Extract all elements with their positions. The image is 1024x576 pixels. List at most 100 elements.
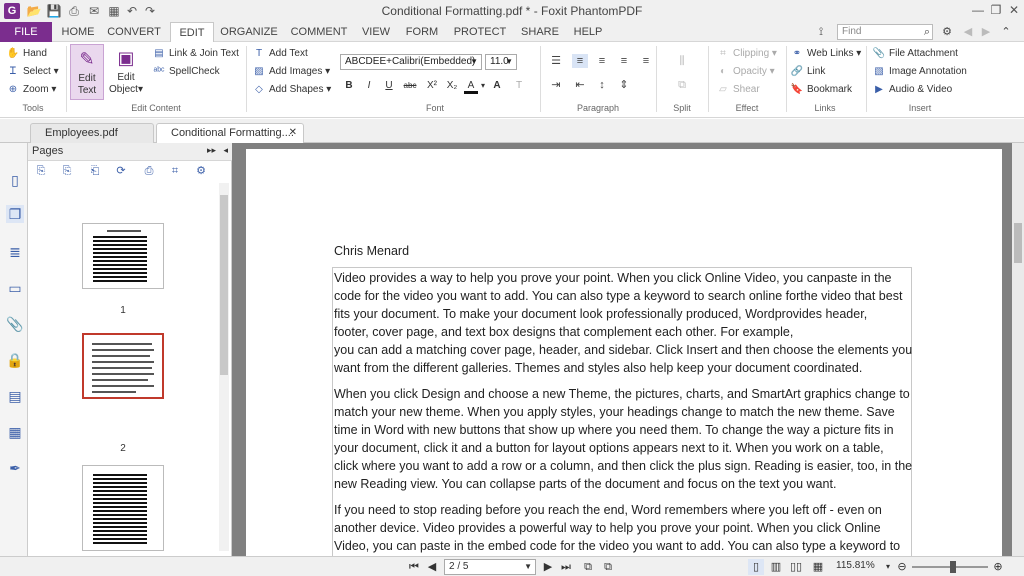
form-fields-icon[interactable]: ▦ — [6, 423, 24, 441]
zoom-in-icon[interactable]: ⊕ — [990, 559, 1006, 575]
audio-video-button[interactable]: ▶ Audio & Video — [872, 82, 952, 98]
insert-page-icon[interactable]: ⎘ — [34, 163, 48, 179]
page-thumbnail-selected[interactable] — [82, 333, 164, 399]
pages-scrollbar[interactable] — [219, 183, 229, 551]
settings-icon[interactable]: ⚙ — [936, 22, 958, 42]
edit-object-button[interactable]: ▣ Edit Object▾ — [106, 44, 146, 100]
forward-icon[interactable]: ▶ — [978, 22, 994, 42]
zoom-slider-handle[interactable] — [950, 561, 956, 573]
last-page-icon[interactable]: ⏭ — [558, 559, 574, 575]
bookmark-button[interactable]: 🔖 Bookmark — [790, 82, 852, 98]
paragraph-3[interactable]: If you need to stop reading before you r… — [334, 501, 914, 555]
restore-icon[interactable]: ❐ — [988, 2, 1004, 18]
add-shapes-button[interactable]: ◇ Add Shapes ▾ — [252, 82, 331, 98]
bullet-list-icon[interactable]: ☰ — [548, 54, 564, 68]
paragraph-spacing-icon[interactable]: ⇕ — [616, 78, 632, 92]
pdf-page[interactable]: Chris Menard Video provides a way to hel… — [246, 149, 1002, 557]
zoom-level[interactable]: 115.81% — [836, 560, 875, 571]
align-center-icon[interactable]: ≡ — [594, 54, 610, 68]
replace-page-icon[interactable]: ⎙ — [142, 163, 156, 179]
underline-button[interactable]: U — [382, 78, 396, 94]
delete-page-icon[interactable]: ⎘ — [60, 163, 74, 179]
close-tab-icon[interactable]: ✕ — [289, 124, 297, 142]
author-name[interactable]: Chris Menard — [334, 244, 409, 258]
indent-icon[interactable]: ⇥ — [548, 78, 564, 92]
collapse-ribbon-icon[interactable]: ⌃ — [998, 22, 1014, 42]
pages-thumbnails-icon[interactable]: ❐ — [6, 205, 24, 223]
next-page-icon[interactable]: ▶ — [540, 559, 556, 575]
font-name-select[interactable]: ABCDEE+Calibri(Embedded) ▼ — [340, 54, 482, 70]
tab-comment[interactable]: COMMENT — [288, 22, 350, 42]
align-right-icon[interactable]: ≡ — [616, 54, 632, 68]
expand-panel-icon[interactable]: ▸▸ — [207, 145, 216, 156]
tab-file[interactable]: FILE — [0, 22, 52, 42]
font-size-select[interactable]: 11.0 ▼ — [485, 54, 517, 70]
link-button[interactable]: 🔗 Link — [790, 64, 826, 80]
paragraph-2[interactable]: When you click Design and choose a new T… — [334, 385, 914, 493]
spellcheck-button[interactable]: ᵃᵇᶜ SpellCheck — [152, 64, 219, 80]
scrollbar-thumb[interactable] — [220, 195, 228, 375]
previous-page-icon[interactable]: ◀ — [424, 559, 440, 575]
continuous-facing-view-icon[interactable]: ▦ — [810, 559, 826, 575]
security-lock-icon[interactable]: 🔒 — [6, 351, 24, 369]
merge-icon[interactable]: ⧉ — [674, 78, 690, 92]
facing-view-icon[interactable]: ▯▯ — [788, 559, 804, 575]
add-text-button[interactable]: T Add Text — [252, 46, 308, 62]
file-attachment-button[interactable]: 📎 File Attachment — [872, 46, 958, 62]
split-icon[interactable]: ⫼ — [674, 54, 690, 68]
edit-text-button[interactable]: ✎ Edit Text — [70, 44, 104, 100]
comments-icon[interactable]: ▭ — [6, 279, 24, 297]
tab-edit[interactable]: EDIT — [170, 22, 214, 43]
back-icon[interactable]: ◀ — [960, 22, 976, 42]
doc-tab-conditional-formatting[interactable]: Conditional Formatting.... ✕ — [156, 123, 304, 143]
attachments-icon[interactable]: 📎 — [6, 315, 24, 333]
page-number-input[interactable]: 2 / 5 ▼ — [444, 559, 536, 575]
page-properties-icon[interactable]: ⚙ — [194, 163, 208, 179]
paragraph-1[interactable]: Video provides a way to help you prove y… — [334, 269, 914, 377]
tab-home[interactable]: HOME — [58, 22, 98, 42]
hand-tool[interactable]: ✋ Hand — [6, 46, 47, 62]
shear-button[interactable]: ▱ Shear — [716, 82, 760, 98]
continuous-view-icon[interactable]: ▥ — [768, 559, 784, 575]
previous-view-icon[interactable]: ⧉ — [580, 559, 596, 575]
italic-button[interactable]: I — [362, 78, 376, 94]
minimize-icon[interactable]: — — [970, 2, 986, 18]
search-icon[interactable]: ⌕ — [924, 25, 930, 39]
tab-share[interactable]: SHARE — [518, 22, 562, 42]
document-properties-icon[interactable]: ▤ — [6, 387, 24, 405]
strikethrough-button[interactable]: abc — [400, 78, 420, 94]
page-thumbnail[interactable] — [82, 465, 164, 551]
bold-button[interactable]: B — [342, 78, 356, 94]
scrollbar-thumb[interactable] — [1014, 223, 1022, 263]
first-page-icon[interactable]: ⏮ — [406, 559, 422, 575]
document-scrollbar[interactable] — [1012, 143, 1024, 556]
rotate-page-icon[interactable]: ⟳ — [114, 163, 128, 179]
link-join-text-button[interactable]: ▤ Link & Join Text — [152, 46, 239, 62]
close-icon[interactable]: ✕ — [1006, 2, 1022, 18]
layers-icon[interactable]: ≣ — [6, 243, 24, 261]
subscript-button[interactable]: X₂ — [444, 78, 460, 94]
signature-icon[interactable]: ✒ — [6, 459, 24, 477]
font-color-button[interactable]: A — [464, 78, 478, 94]
page-thumbnail[interactable] — [82, 223, 164, 289]
next-view-icon[interactable]: ⧉ — [600, 559, 616, 575]
add-images-button[interactable]: ▨ Add Images ▾ — [252, 64, 330, 80]
single-page-view-icon[interactable]: ▯ — [748, 559, 764, 575]
chevron-down-icon[interactable]: ▾ — [478, 78, 488, 94]
extract-page-icon[interactable]: ⎗ — [88, 163, 102, 179]
collapse-panel-icon[interactable]: ◂ — [223, 145, 228, 156]
image-annotation-button[interactable]: ▧ Image Annotation — [872, 64, 967, 80]
web-links-button[interactable]: ⚭ Web Links ▾ — [790, 46, 862, 62]
zoom-out-icon[interactable]: ⊖ — [894, 559, 910, 575]
crop-page-icon[interactable]: ⌗ — [168, 163, 182, 179]
tell-me-icon[interactable]: ⟟ — [812, 22, 830, 42]
line-spacing-icon[interactable]: ↕ — [594, 78, 610, 92]
select-tool[interactable]: Ꮖ Select ▾ — [6, 64, 59, 80]
text-style-button[interactable]: T — [512, 78, 526, 94]
zoom-tool[interactable]: ⊕ Zoom ▾ — [6, 82, 57, 98]
page-icon[interactable]: ▯ — [6, 171, 24, 189]
tab-convert[interactable]: CONVERT — [104, 22, 164, 42]
tab-protect[interactable]: PROTECT — [452, 22, 508, 42]
superscript-button[interactable]: X² — [424, 78, 440, 94]
tab-form[interactable]: FORM — [402, 22, 442, 42]
